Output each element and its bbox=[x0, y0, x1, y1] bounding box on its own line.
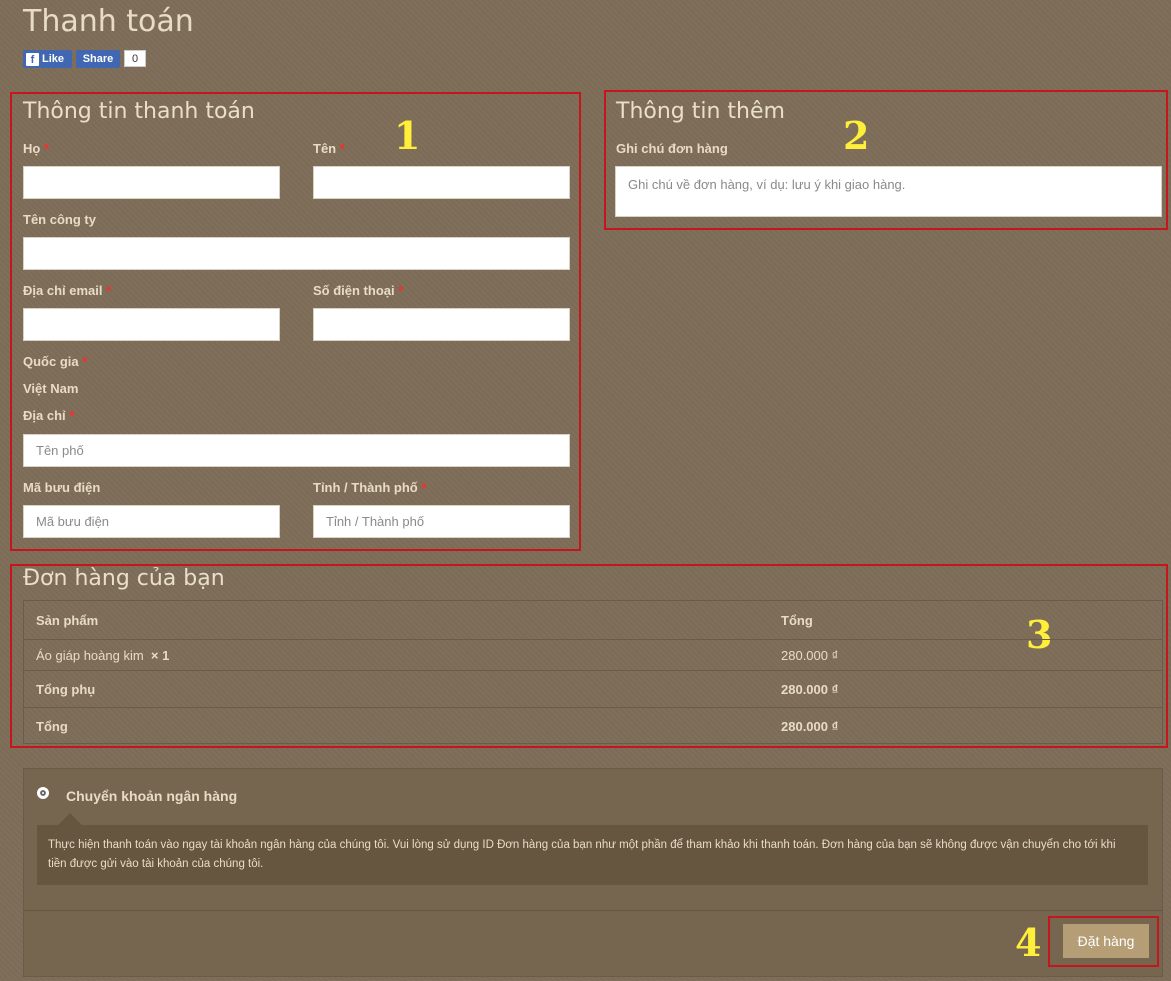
item-cell: Áo giáp hoàng kim × 1 bbox=[36, 647, 170, 663]
annotation-number-4: 4 bbox=[1015, 920, 1042, 965]
phone-input[interactable] bbox=[313, 308, 570, 341]
table-header-row: Sản phẩm Tổng bbox=[24, 601, 1162, 640]
like-label: Like bbox=[42, 53, 65, 65]
city-input[interactable]: Tỉnh / Thành phố bbox=[313, 505, 570, 538]
email-label: Địa chỉ email * bbox=[23, 283, 112, 298]
facebook-icon: f bbox=[26, 52, 39, 66]
postcode-label: Mã bưu điện bbox=[23, 480, 101, 495]
total-value: 280.000 ₫ bbox=[781, 718, 839, 734]
share-count: 0 bbox=[124, 50, 146, 67]
first-name-input[interactable] bbox=[313, 166, 570, 199]
country-label: Quốc gia * bbox=[23, 354, 88, 369]
phone-label: Số điện thoại * bbox=[313, 283, 404, 298]
additional-section-title: Thông tin thêm bbox=[616, 99, 785, 124]
bank-transfer-radio[interactable] bbox=[37, 787, 49, 799]
annotation-number-1: 1 bbox=[394, 113, 421, 158]
billing-section-title: Thông tin thanh toán bbox=[23, 99, 255, 124]
postcode-input[interactable]: Mã bưu điện bbox=[23, 505, 280, 538]
subtotal-row: Tổng phụ 280.000 ₫ bbox=[24, 671, 1162, 708]
facebook-share-button[interactable]: Share bbox=[76, 50, 120, 68]
total-label: Tổng bbox=[36, 718, 68, 734]
place-order-button[interactable]: Đặt hàng bbox=[1063, 924, 1149, 958]
payment-description: Thực hiện thanh toán vào ngay tài khoản … bbox=[37, 825, 1148, 885]
company-input[interactable] bbox=[23, 237, 570, 270]
subtotal-value: 280.000 ₫ bbox=[781, 681, 839, 697]
page-title: Thanh toán bbox=[23, 4, 194, 39]
col-total-header: Tổng bbox=[781, 612, 813, 628]
order-table: Sản phẩm Tổng Áo giáp hoàng kim × 1 280.… bbox=[23, 600, 1163, 744]
total-row: Tổng 280.000 ₫ bbox=[24, 708, 1162, 744]
payment-divider bbox=[24, 910, 1162, 911]
order-notes-label: Ghi chú đơn hàng bbox=[616, 141, 728, 156]
subtotal-label: Tổng phụ bbox=[36, 681, 96, 697]
address-input[interactable]: Tên phố bbox=[23, 434, 570, 467]
first-name-label: Tên * bbox=[313, 141, 345, 156]
table-row: Áo giáp hoàng kim × 1 280.000 ₫ bbox=[24, 640, 1162, 671]
order-notes-textarea[interactable]: Ghi chú về đơn hàng, ví dụ: lưu ý khi gi… bbox=[615, 166, 1162, 217]
col-product-header: Sản phẩm bbox=[36, 612, 99, 628]
country-value: Việt Nam bbox=[23, 381, 79, 396]
last-name-input[interactable] bbox=[23, 166, 280, 199]
email-input[interactable] bbox=[23, 308, 280, 341]
company-label: Tên công ty bbox=[23, 212, 96, 227]
annotation-number-2: 2 bbox=[843, 113, 870, 158]
item-total: 280.000 ₫ bbox=[781, 647, 839, 663]
description-pointer bbox=[58, 813, 82, 825]
bank-transfer-label[interactable]: Chuyển khoản ngân hàng bbox=[66, 788, 237, 804]
facebook-like-button[interactable]: f Like bbox=[23, 50, 72, 68]
city-label: Tỉnh / Thành phố * bbox=[313, 480, 427, 495]
last-name-label: Họ * bbox=[23, 141, 50, 156]
address-label: Địa chỉ * bbox=[23, 408, 75, 423]
order-section-title: Đơn hàng của bạn bbox=[23, 566, 225, 591]
